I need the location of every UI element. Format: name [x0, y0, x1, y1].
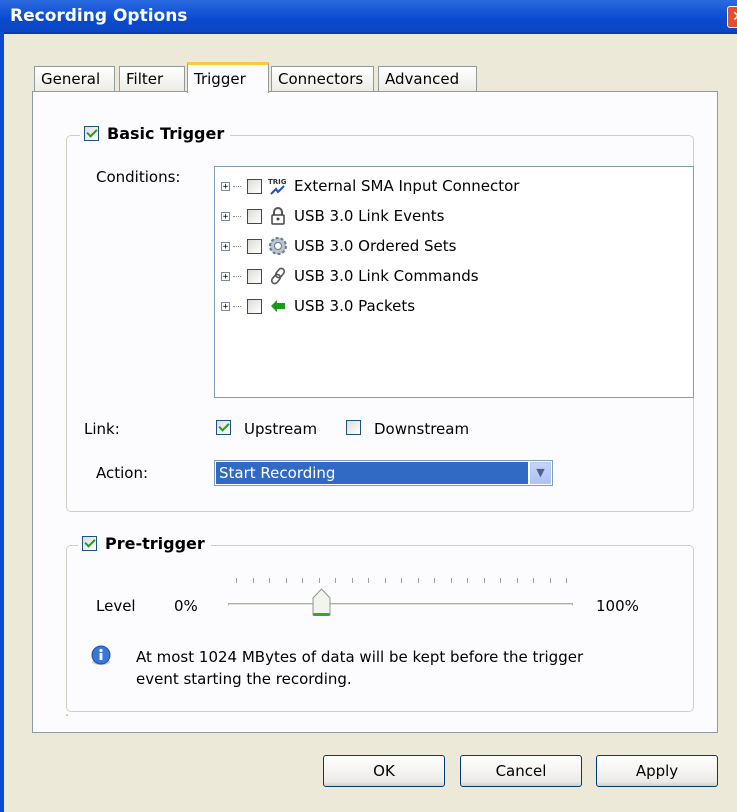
slider-tick [368, 578, 369, 583]
ok-button[interactable]: OK [323, 755, 445, 787]
slider-tick [384, 578, 386, 583]
recording-options-dialog: Recording Options ✕ General Filter Trigg… [0, 0, 737, 812]
slider-tick [516, 578, 518, 583]
slider-tick [269, 578, 270, 583]
tab-trigger[interactable]: Trigger [187, 62, 269, 93]
chevron-down-icon[interactable]: ▼ [530, 462, 551, 484]
level-slider-track[interactable] [228, 603, 573, 606]
level-slider-thumb[interactable] [312, 588, 331, 618]
expand-icon[interactable]: + [221, 301, 230, 311]
upstream-checkbox[interactable] [216, 420, 231, 435]
tab-general[interactable]: General [34, 66, 115, 92]
expand-icon[interactable]: + [221, 271, 230, 281]
trig-icon: TRIG [268, 176, 288, 196]
tab-advanced[interactable]: Advanced [378, 66, 477, 92]
title-bar: Recording Options ✕ [0, 0, 737, 34]
link-label: Link: [84, 420, 120, 438]
slider-tick [417, 578, 419, 583]
tab-filter[interactable]: Filter [119, 66, 185, 92]
action-label: Action: [96, 464, 149, 482]
upstream-label: Upstream [244, 420, 318, 438]
expand-icon[interactable]: + [221, 241, 230, 251]
slider-tick [252, 578, 254, 583]
lock-icon [268, 206, 288, 226]
condition-checkbox[interactable] [247, 238, 262, 254]
info-text-line1: At most 1024 MBytes of data will be kept… [136, 648, 584, 666]
slider-tick [285, 578, 287, 583]
tree-item-packets[interactable]: + USB 3.0 Packets [221, 295, 415, 317]
condition-label: USB 3.0 Ordered Sets [294, 237, 457, 255]
slider-tick [434, 578, 435, 583]
basic-trigger-label: Basic Trigger [107, 124, 225, 143]
condition-checkbox[interactable] [247, 208, 262, 224]
pretrigger-label: Pre-trigger [105, 534, 205, 553]
level-label: Level [96, 597, 136, 615]
gear-icon [268, 236, 288, 256]
pretrigger-checkbox[interactable] [82, 536, 97, 551]
conditions-label: Conditions: [96, 168, 181, 186]
slider-tick [483, 578, 485, 583]
slider-tick [549, 578, 551, 583]
info-text-line2: event starting the recording. [136, 670, 352, 688]
downstream-label: Downstream [374, 420, 470, 438]
window-title: Recording Options [10, 6, 188, 26]
tree-item-link-events[interactable]: + USB 3.0 Link Events [221, 205, 444, 227]
slider-tick [500, 578, 501, 583]
condition-label: USB 3.0 Link Commands [294, 267, 479, 285]
condition-label: USB 3.0 Link Events [294, 207, 445, 225]
expand-icon[interactable]: + [221, 181, 230, 191]
expand-icon[interactable]: + [221, 211, 230, 221]
slider-tick [566, 578, 567, 583]
condition-label: External SMA Input Connector [294, 177, 520, 195]
slider-tick [450, 578, 452, 583]
chain-link-icon [268, 266, 288, 286]
tab-connectors[interactable]: Connectors [271, 66, 374, 92]
basic-trigger-checkbox[interactable] [84, 126, 99, 141]
slider-tick [401, 578, 402, 583]
conditions-tree[interactable]: + TRIG External SMA Input Connector + US… [214, 166, 694, 398]
action-dropdown[interactable]: Start Recording ▼ [214, 460, 553, 486]
window-border [0, 32, 4, 812]
pretrigger-legend: Pre-trigger [78, 534, 211, 553]
slider-tick [335, 578, 336, 583]
spacer50 [66, 714, 68, 716]
action-selected-value: Start Recording [216, 462, 528, 484]
downstream-checkbox[interactable] [346, 420, 361, 435]
close-icon[interactable]: ✕ [727, 6, 737, 28]
slider-tick [236, 578, 237, 583]
apply-button[interactable]: Apply [596, 755, 718, 787]
info-icon [91, 645, 111, 665]
slider-tick [533, 578, 534, 583]
slider-tick [302, 578, 303, 583]
condition-label: USB 3.0 Packets [294, 297, 416, 315]
slider-tick [467, 578, 468, 583]
condition-checkbox[interactable] [247, 178, 262, 194]
svg-text:TRIG: TRIG [268, 178, 287, 186]
level-min-label: 0% [174, 597, 198, 615]
green-arrow-icon [268, 296, 288, 316]
condition-checkbox[interactable] [247, 268, 262, 284]
tree-item-link-commands[interactable]: + USB 3.0 Link Commands [221, 265, 479, 287]
condition-checkbox[interactable] [247, 298, 262, 314]
basic-trigger-legend: Basic Trigger [80, 124, 231, 143]
tree-item-ordered-sets[interactable]: + USB 3.0 Ordered Sets [221, 235, 456, 257]
cancel-button[interactable]: Cancel [460, 755, 582, 787]
slider-tick [318, 578, 320, 583]
tree-item-external-sma[interactable]: + TRIG External SMA Input Connector [221, 175, 519, 197]
level-max-label: 100% [596, 597, 639, 615]
slider-tick [351, 578, 353, 583]
